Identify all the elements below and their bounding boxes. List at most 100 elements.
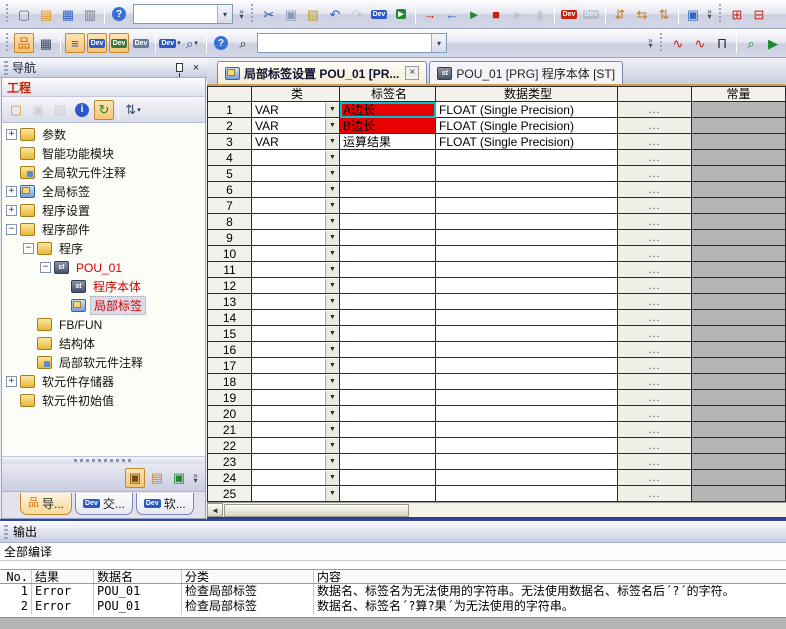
- close-icon[interactable]: ×: [189, 61, 203, 75]
- label-cell[interactable]: [340, 278, 436, 294]
- output-row[interactable]: 1ErrorPOU_01检查局部标签数据名、标签名为无法使用的字符串。无法使用数…: [0, 584, 786, 599]
- tree-item-local-device-comment[interactable]: 局部软元件注释: [2, 353, 205, 372]
- detail-button[interactable]: ...: [618, 102, 692, 118]
- data-type-cell[interactable]: [436, 406, 618, 422]
- class-cell[interactable]: ▼: [252, 470, 340, 486]
- class-cell[interactable]: VAR▼: [252, 118, 340, 134]
- toolbar1-overflow-1-icon[interactable]: »▾: [236, 3, 247, 25]
- class-dropdown-icon[interactable]: ▼: [325, 327, 339, 341]
- label-cell[interactable]: [340, 150, 436, 166]
- label-cell[interactable]: [340, 182, 436, 198]
- data-type-cell[interactable]: [436, 310, 618, 326]
- row-header[interactable]: 23: [208, 454, 252, 470]
- data-type-cell[interactable]: [436, 294, 618, 310]
- list-view-icon[interactable]: ≡: [65, 33, 85, 53]
- row-header[interactable]: 7: [208, 198, 252, 214]
- tree-item-label[interactable]: 参数: [39, 126, 69, 143]
- watch-register-icon[interactable]: ▶: [763, 33, 783, 53]
- detail-button[interactable]: ...: [618, 134, 692, 150]
- label-cell[interactable]: [340, 406, 436, 422]
- tree-item-program-setting[interactable]: +程序设置: [2, 201, 205, 220]
- comment-display-icon[interactable]: ▤: [147, 468, 167, 488]
- trace-register-icon[interactable]: ∿: [690, 33, 710, 53]
- row-header[interactable]: 24: [208, 470, 252, 486]
- data-type-cell[interactable]: [436, 486, 618, 502]
- label-cell[interactable]: [340, 326, 436, 342]
- statement-swap-icon[interactable]: ⇆: [632, 4, 652, 24]
- find-text-combobox[interactable]: ▾: [257, 33, 447, 53]
- monitor-start-icon[interactable]: ►: [464, 4, 484, 24]
- read-from-plc-icon[interactable]: ←: [442, 4, 462, 24]
- open-project-icon[interactable]: ▤: [36, 4, 56, 24]
- row-header[interactable]: 17: [208, 358, 252, 374]
- class-dropdown-icon[interactable]: ▼: [325, 391, 339, 405]
- quick-access-combobox[interactable]: ▾: [133, 4, 233, 24]
- label-cell[interactable]: [340, 230, 436, 246]
- row-header[interactable]: 3: [208, 134, 252, 150]
- label-cell[interactable]: [340, 470, 436, 486]
- row-header[interactable]: 12: [208, 278, 252, 294]
- tree-item-program[interactable]: −程序: [2, 239, 205, 258]
- nav-mini-overflow-icon[interactable]: »▾: [190, 467, 201, 489]
- tree-item-label[interactable]: POU_01: [73, 261, 125, 275]
- class-cell[interactable]: ▼: [252, 294, 340, 310]
- tree-item-structured-data-types[interactable]: 结构体: [2, 334, 205, 353]
- class-cell[interactable]: VAR▼: [252, 134, 340, 150]
- document-tab-program-body[interactable]: POU_01 [PRG] 程序本体 [ST]: [429, 61, 623, 84]
- row-header[interactable]: 25: [208, 486, 252, 502]
- class-dropdown-icon[interactable]: ▼: [325, 471, 339, 485]
- class-dropdown-icon[interactable]: ▼: [325, 135, 339, 149]
- detail-button[interactable]: ...: [618, 166, 692, 182]
- label-cell[interactable]: 运算结果: [340, 134, 436, 150]
- class-dropdown-icon[interactable]: ▼: [325, 103, 339, 117]
- class-cell[interactable]: ▼: [252, 374, 340, 390]
- tree-item-label[interactable]: 智能功能模块: [39, 145, 117, 162]
- detail-button[interactable]: ...: [618, 358, 692, 374]
- class-dropdown-icon[interactable]: ▼: [325, 375, 339, 389]
- data-type-cell[interactable]: [436, 214, 618, 230]
- detail-button[interactable]: ...: [618, 326, 692, 342]
- expander-icon[interactable]: +: [6, 376, 17, 387]
- new-data-icon[interactable]: ▢: [6, 100, 26, 120]
- label-cell[interactable]: [340, 198, 436, 214]
- label-cell[interactable]: [340, 166, 436, 182]
- class-dropdown-icon[interactable]: ▼: [325, 487, 339, 501]
- row-header[interactable]: 18: [208, 374, 252, 390]
- row-header[interactable]: 9: [208, 230, 252, 246]
- class-cell[interactable]: ▼: [252, 438, 340, 454]
- device-find-icon[interactable]: Dev: [369, 4, 389, 24]
- class-cell[interactable]: ▼: [252, 310, 340, 326]
- statement-insert-icon[interactable]: ⇵: [610, 4, 630, 24]
- save-project-icon[interactable]: ▦: [58, 4, 78, 24]
- undo-icon[interactable]: ↶: [325, 4, 345, 24]
- row-header[interactable]: 6: [208, 182, 252, 198]
- tree-item-device-initial-value[interactable]: 软元件初始值: [2, 391, 205, 410]
- navigation-window-icon[interactable]: 品: [14, 33, 34, 53]
- detail-button[interactable]: ...: [618, 374, 692, 390]
- detail-button[interactable]: ...: [618, 118, 692, 134]
- toolbar-grip[interactable]: [5, 4, 10, 24]
- label-cell[interactable]: A边长: [340, 102, 436, 118]
- copy-icon[interactable]: ▣: [281, 4, 301, 24]
- detail-button[interactable]: ...: [618, 310, 692, 326]
- toolbar-grip[interactable]: [718, 4, 723, 24]
- data-type-cell[interactable]: [436, 150, 618, 166]
- label-cell[interactable]: [340, 454, 436, 470]
- tree-item-device-memory[interactable]: +软元件存储器: [2, 372, 205, 391]
- label-cell[interactable]: [340, 486, 436, 502]
- expander-icon[interactable]: +: [6, 205, 17, 216]
- row-header[interactable]: 5: [208, 166, 252, 182]
- detail-button[interactable]: ...: [618, 486, 692, 502]
- tree-item-label[interactable]: 软元件初始值: [39, 392, 117, 409]
- tree-item-label[interactable]: 全局软元件注释: [39, 164, 129, 181]
- class-cell[interactable]: ▼: [252, 486, 340, 502]
- row-header[interactable]: 14: [208, 310, 252, 326]
- class-cell[interactable]: ▼: [252, 422, 340, 438]
- class-cell[interactable]: ▼: [252, 198, 340, 214]
- print-icon[interactable]: ▥: [80, 4, 100, 24]
- row-header[interactable]: 1: [208, 102, 252, 118]
- detail-button[interactable]: ...: [618, 454, 692, 470]
- class-cell[interactable]: ▼: [252, 454, 340, 470]
- class-dropdown-icon[interactable]: ▼: [325, 455, 339, 469]
- help-icon[interactable]: ?: [109, 4, 129, 24]
